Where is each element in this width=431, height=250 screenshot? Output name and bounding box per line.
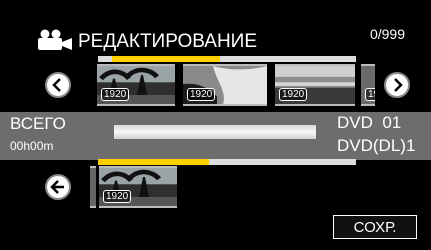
chevron-right-icon bbox=[394, 78, 403, 92]
scroll-right-button[interactable] bbox=[384, 72, 410, 98]
disc-count-dvd: DVD 01 bbox=[337, 113, 402, 132]
bottom-progress-fill bbox=[98, 159, 209, 165]
thumbnail[interactable]: 1920 bbox=[97, 64, 175, 106]
page-title: РЕДАКТИРОВАНИЕ bbox=[78, 31, 258, 52]
remove-scene-button[interactable] bbox=[45, 174, 71, 200]
resolution-badge: 1920 bbox=[101, 88, 130, 101]
total-time: 00h00m bbox=[10, 139, 54, 153]
total-label: ВСЕГО bbox=[10, 114, 66, 133]
resolution-badge: 1920 bbox=[279, 88, 308, 101]
clip-counter: 0/999 bbox=[369, 26, 405, 42]
resolution-badge: 1920 bbox=[187, 88, 216, 101]
chevron-left-icon bbox=[52, 78, 61, 92]
movie-camera-icon bbox=[38, 29, 72, 50]
thumbnail[interactable] bbox=[90, 166, 96, 208]
disc-count-dvd-dl: DVD(DL)1 bbox=[337, 136, 416, 155]
thumbnail[interactable]: 1920 bbox=[99, 166, 177, 208]
resolution-badge: 19 bbox=[365, 88, 375, 101]
top-progress-fill bbox=[112, 56, 220, 62]
thumbnail[interactable]: 19 bbox=[361, 64, 375, 106]
thumbnail[interactable]: 1920 bbox=[183, 64, 267, 106]
arrow-left-icon bbox=[50, 180, 64, 194]
scroll-left-button[interactable] bbox=[45, 72, 71, 98]
capacity-meter bbox=[114, 125, 316, 139]
save-button[interactable]: СОХР. bbox=[333, 215, 417, 239]
resolution-badge: 1920 bbox=[103, 190, 132, 203]
thumbnail[interactable]: 1920 bbox=[275, 64, 355, 106]
